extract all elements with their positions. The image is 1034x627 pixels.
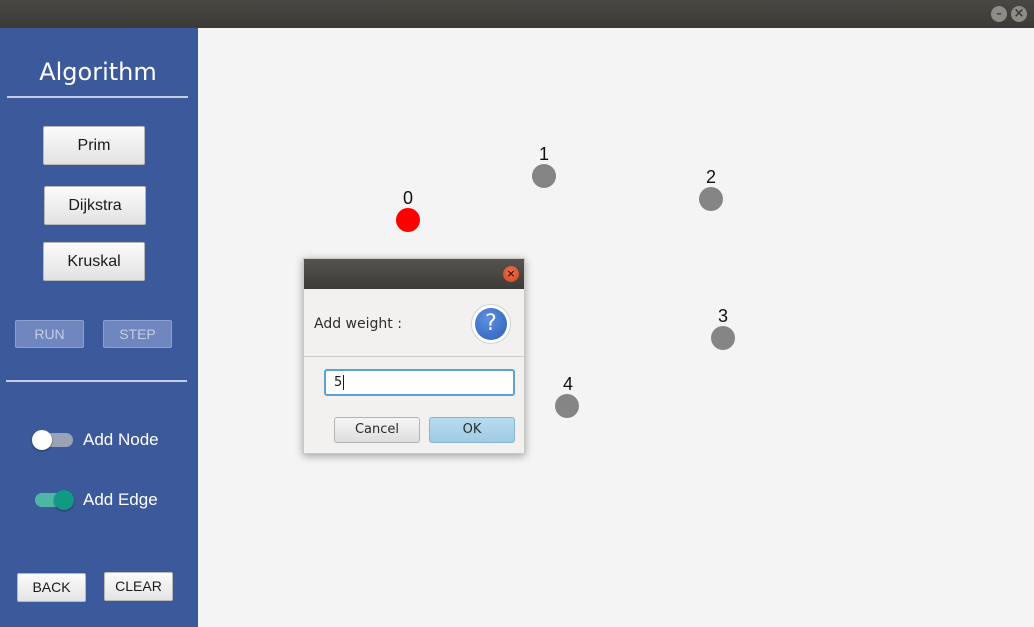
graph-node[interactable] <box>396 208 420 232</box>
ok-button[interactable]: OK <box>429 417 515 443</box>
text-caret <box>343 375 345 390</box>
sidebar-title: Algorithm <box>39 58 157 86</box>
divider <box>6 380 187 382</box>
graph-node[interactable] <box>532 164 556 188</box>
dialog-message: Add weight : <box>314 316 402 332</box>
close-icon[interactable] <box>1011 6 1027 22</box>
dijkstra-button[interactable]: Dijkstra <box>44 186 146 225</box>
step-button[interactable]: STEP <box>103 320 172 348</box>
clear-button[interactable]: CLEAR <box>104 572 173 601</box>
dialog-titlebar: × <box>304 259 524 289</box>
run-button[interactable]: RUN <box>15 320 84 348</box>
add-node-label: Add Node <box>83 430 159 449</box>
graph-node[interactable] <box>699 187 723 211</box>
divider <box>304 356 524 357</box>
node-label: 0 <box>402 188 413 208</box>
question-icon: ? <box>471 304 511 344</box>
add-weight-dialog: × Add weight : ? 5 Cancel OK <box>303 258 525 454</box>
add-edge-label: Add Edge <box>83 490 158 509</box>
cancel-button[interactable]: Cancel <box>334 417 420 443</box>
graph-node[interactable] <box>555 394 579 418</box>
weight-input[interactable]: 5 <box>324 369 515 396</box>
toggle-knob <box>54 490 74 510</box>
back-button[interactable]: BACK <box>17 573 86 602</box>
prim-button[interactable]: Prim <box>43 126 145 165</box>
kruskal-button[interactable]: Kruskal <box>43 242 145 281</box>
weight-input-value: 5 <box>334 375 343 390</box>
minimize-icon[interactable] <box>991 6 1007 22</box>
close-icon[interactable]: × <box>503 266 519 282</box>
divider <box>7 96 188 98</box>
sidebar: Algorithm Prim Dijkstra Kruskal RUN STEP… <box>0 28 198 627</box>
node-label: 4 <box>562 374 573 394</box>
add-edge-toggle[interactable] <box>35 490 74 510</box>
toggle-knob <box>32 430 52 450</box>
add-node-toggle[interactable] <box>32 430 73 450</box>
window-titlebar <box>0 0 1034 28</box>
node-label: 3 <box>717 306 728 326</box>
graph-node[interactable] <box>711 326 735 350</box>
node-label: 2 <box>705 167 716 187</box>
node-label: 1 <box>538 144 549 164</box>
